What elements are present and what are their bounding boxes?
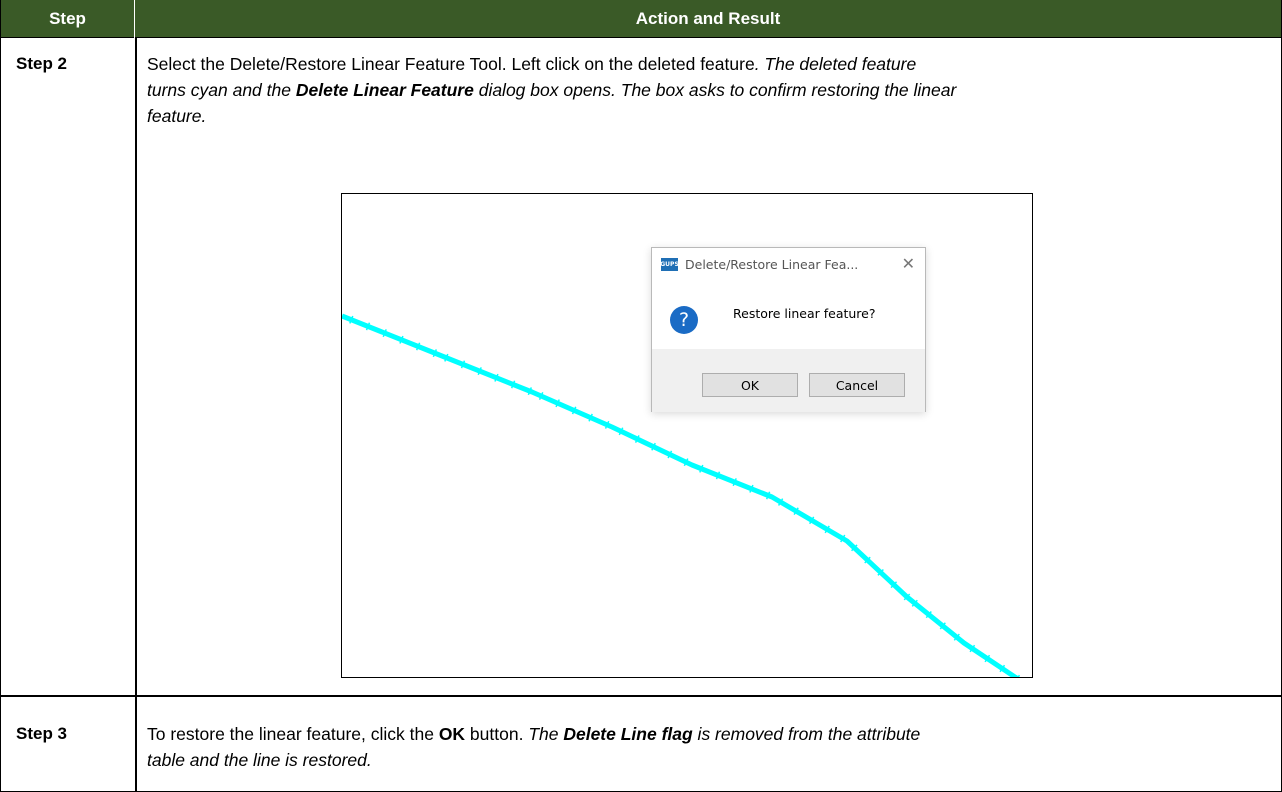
header-step: Step [1, 0, 135, 38]
step-3-instructions: To restore the linear feature, click the… [147, 721, 1257, 773]
dialog-name-emphasis: Delete Linear Feature [295, 80, 474, 100]
column-divider [135, 38, 137, 792]
step-3-text: To restore the linear feature, click the [147, 724, 439, 744]
gups-app-icon: GUPS [660, 258, 679, 271]
dialog-message: Restore linear feature? [733, 306, 876, 321]
embedded-screenshot: GUPS Delete/Restore Linear Fea... ✕ ? Re… [341, 193, 1033, 678]
dialog-title: Delete/Restore Linear Fea... [685, 257, 859, 272]
step-3-result-text: table and the line is restored. [147, 750, 372, 770]
step-3-line-1: To restore the linear feature, click the… [147, 721, 1257, 747]
delete-restore-dialog: GUPS Delete/Restore Linear Fea... ✕ ? Re… [651, 247, 926, 412]
delete-line-flag-emphasis: Delete Line flag [563, 724, 693, 744]
dialog-button-bar: OK Cancel [652, 349, 925, 412]
step-2-result-text: feature. [147, 106, 207, 126]
ok-emphasis: OK [438, 724, 466, 744]
ok-button[interactable]: OK [702, 373, 798, 397]
procedure-table: Step Action and Result Step 2 Select the… [0, 0, 1282, 792]
table-header: Step Action and Result [1, 0, 1281, 38]
close-icon[interactable]: ✕ [902, 254, 915, 273]
step-2-line-2: turns cyan and the Delete Linear Feature… [147, 77, 1257, 103]
step-3-line-2: table and the line is restored. [147, 747, 1257, 773]
cancel-button[interactable]: Cancel [809, 373, 905, 397]
dialog-titlebar: GUPS Delete/Restore Linear Fea... ✕ [652, 248, 925, 282]
step-2-label: Step 2 [16, 54, 68, 73]
question-icon: ? [670, 306, 698, 334]
step-2-result-text: . The deleted feature [754, 54, 917, 74]
step-2-result-text: turns cyan and the [147, 80, 296, 100]
step-2-instructions: Select the Delete/Restore Linear Feature… [147, 51, 1257, 129]
step-2-line-1: Select the Delete/Restore Linear Feature… [147, 51, 1257, 77]
step-2-line-3: feature. [147, 103, 1257, 129]
step-3-text: button. [465, 724, 529, 744]
row-divider [1, 695, 1281, 697]
step-3-result-text: The [528, 724, 564, 744]
step-3-result-text: is removed from the attribute [692, 724, 921, 744]
header-action-result: Action and Result [635, 9, 781, 28]
step-3-label: Step 3 [16, 724, 68, 743]
step-2-result-text: dialog box opens. The box asks to confir… [473, 80, 957, 100]
step-2-text: Select the Delete/Restore Linear Feature… [147, 54, 755, 74]
